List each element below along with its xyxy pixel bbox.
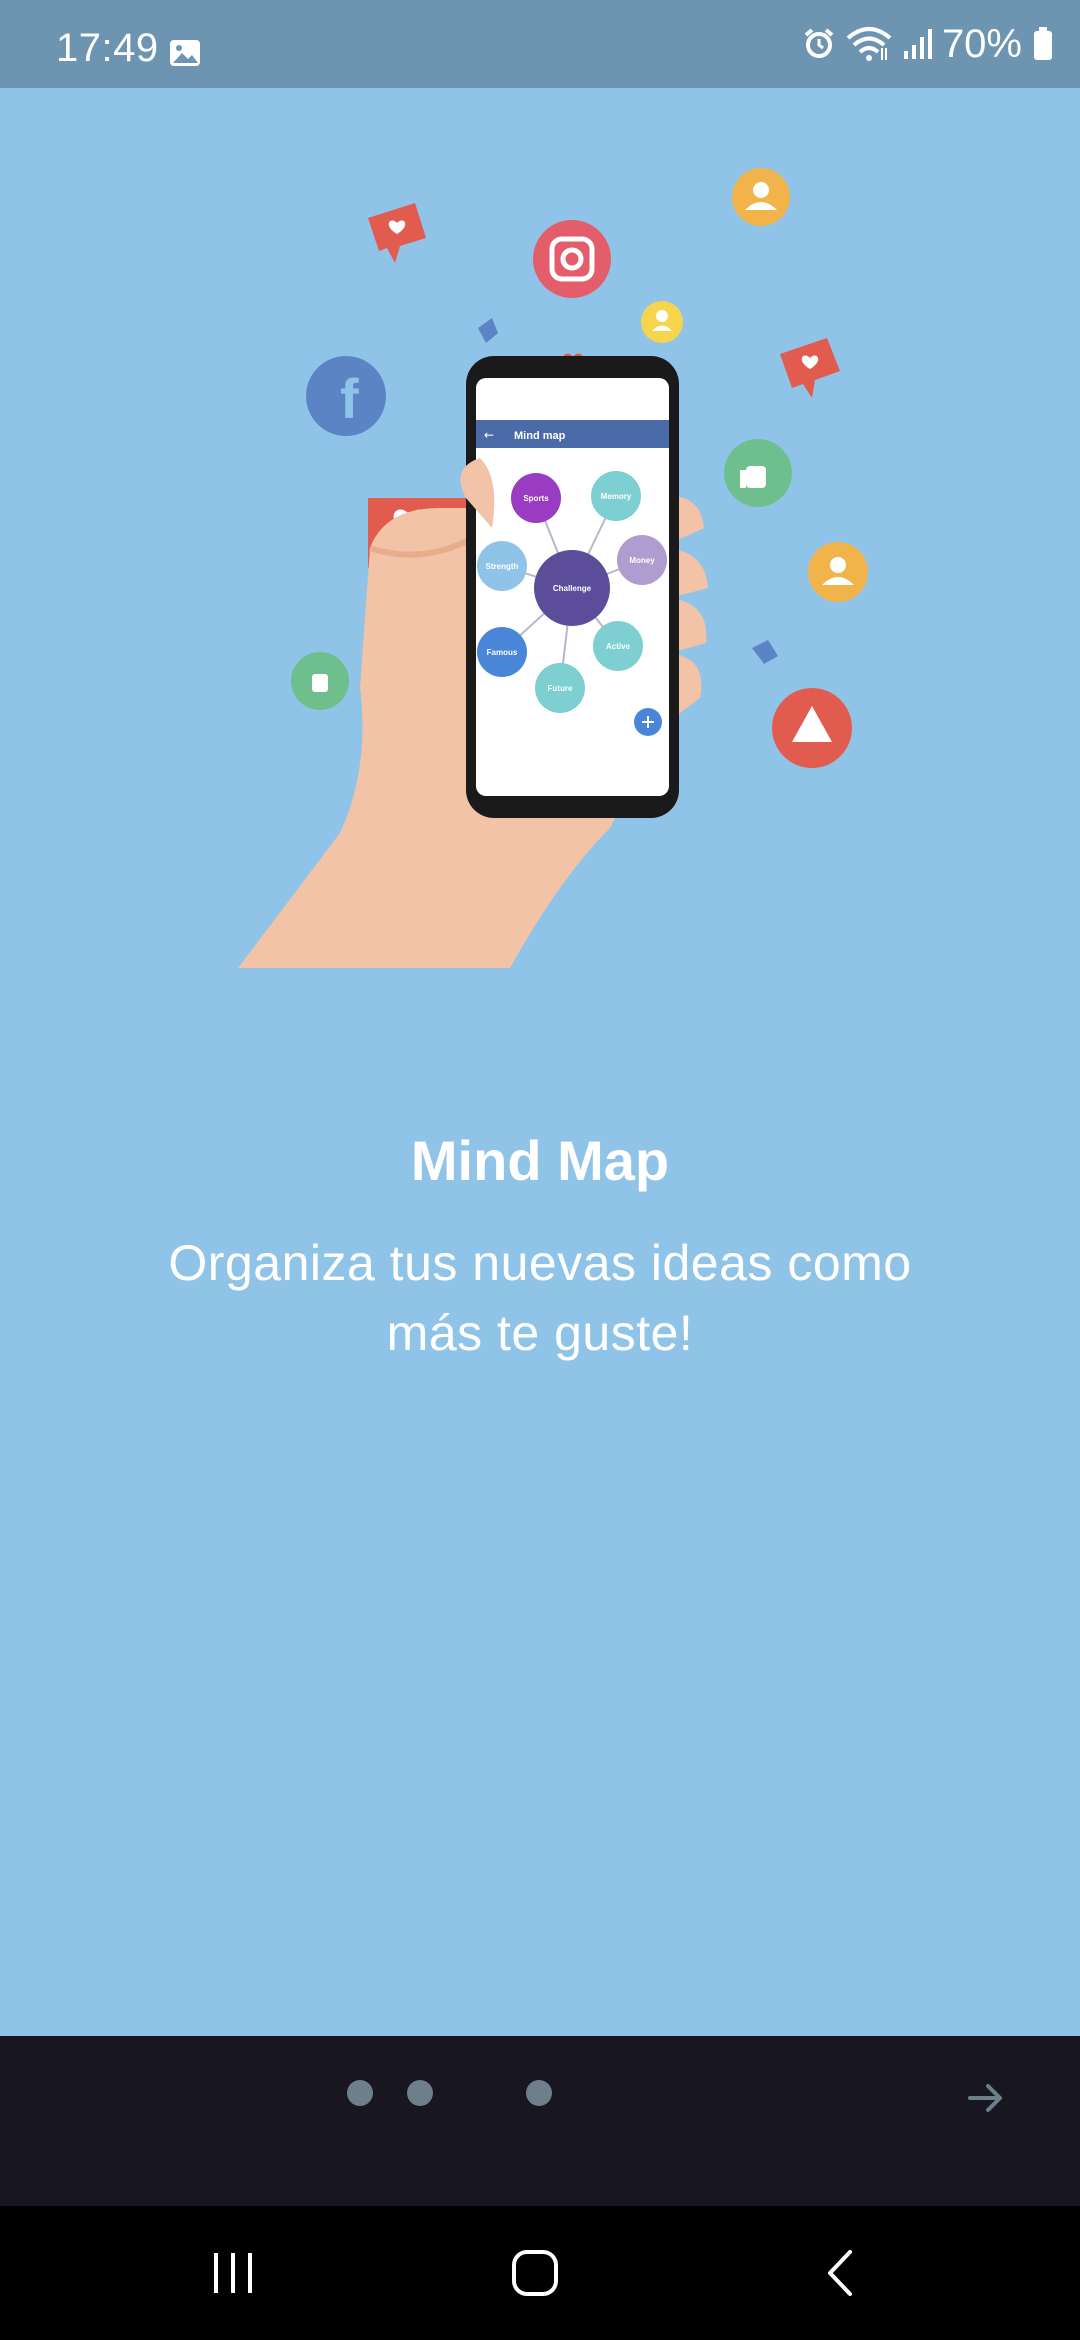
onboarding-subtitle: Organiza tus nuevas ideas como más te gu… bbox=[168, 1235, 912, 1361]
next-button[interactable] bbox=[954, 2068, 1018, 2128]
home-button[interactable] bbox=[495, 2240, 575, 2306]
recent-apps-button[interactable] bbox=[193, 2240, 273, 2306]
pager-bar bbox=[0, 2036, 1080, 2206]
page-indicator-dot-1[interactable] bbox=[347, 2080, 373, 2106]
thumb-right-icon bbox=[752, 640, 778, 664]
page-indicator-dot-3[interactable] bbox=[526, 2080, 552, 2106]
status-time: 17:49 bbox=[56, 26, 159, 70]
back-button[interactable] bbox=[800, 2240, 880, 2306]
illustration-app-bar-title: Mind map bbox=[514, 430, 566, 442]
arrow-right-icon bbox=[968, 2084, 1002, 2112]
battery-icon bbox=[1034, 27, 1052, 60]
alarm-icon bbox=[804, 28, 834, 58]
signal-icon bbox=[903, 29, 932, 59]
home-icon bbox=[512, 2250, 558, 2296]
svg-text:f: f bbox=[340, 367, 359, 430]
instagram-icon bbox=[533, 220, 611, 298]
heart-bubble-small-icon bbox=[368, 203, 426, 263]
status-icons: 70% bbox=[802, 22, 1054, 66]
page-indicator-dot-2[interactable] bbox=[407, 2080, 433, 2106]
node-label-future: Future bbox=[548, 684, 573, 693]
onboarding-page: f Mind map ← Sports Memory Strength Mone… bbox=[0, 88, 1080, 2036]
node-label-famous: Famous bbox=[487, 648, 518, 657]
battery-percentage: 70% bbox=[941, 21, 1022, 66]
svg-text:←: ← bbox=[484, 428, 494, 442]
node-label-active: Active bbox=[606, 642, 631, 651]
onboarding-title: Mind Map bbox=[410, 1129, 670, 1192]
node-label-memory: Memory bbox=[601, 492, 632, 501]
status-bar: 17:49 70% bbox=[0, 0, 1080, 88]
mind-map-illustration: f Mind map ← Sports Memory Strength Mone… bbox=[238, 168, 868, 968]
node-label-challenge: Challenge bbox=[553, 584, 592, 593]
gallery-icon bbox=[170, 40, 200, 66]
heart-bubble-right-icon bbox=[780, 338, 840, 398]
wifi-icon bbox=[846, 27, 892, 61]
node-label-money: Money bbox=[629, 556, 655, 565]
recent-apps-icon bbox=[214, 2253, 252, 2293]
node-label-sports: Sports bbox=[523, 494, 549, 503]
thumb-icon bbox=[478, 318, 498, 343]
back-icon bbox=[828, 2250, 852, 2296]
node-label-strength: Strength bbox=[486, 562, 519, 571]
